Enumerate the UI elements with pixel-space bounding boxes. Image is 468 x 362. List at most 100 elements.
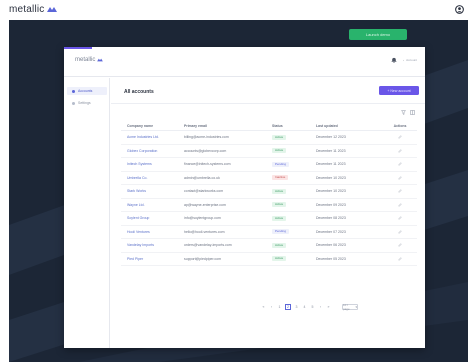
actions-cell: [383, 230, 417, 234]
company-name-link[interactable]: Pied Piper: [121, 257, 184, 261]
company-name-link[interactable]: Soylent Group: [121, 216, 184, 220]
edit-icon[interactable]: [398, 216, 402, 220]
edit-icon[interactable]: [398, 176, 402, 180]
email-cell: ap@wayne-enterprise.com: [184, 202, 226, 207]
table-row[interactable]: Hooli Ventures hello@hooli-ventures.com Pe…: [121, 226, 417, 239]
table-header: Company name Primary email Status Last u…: [121, 122, 417, 131]
edit-icon[interactable]: [398, 162, 402, 166]
status-cell: Pending: [272, 229, 316, 235]
column-header-email[interactable]: Primary email: [184, 124, 272, 128]
table-row[interactable]: Umbrella Co. admin@umbrella.co.uk Inactive…: [121, 172, 417, 185]
edit-icon[interactable]: [398, 243, 402, 247]
actions-cell: [383, 203, 417, 207]
updated-cell: December 07 2023: [316, 229, 346, 234]
company-name-link[interactable]: Wayne Ltd.: [121, 203, 184, 207]
column-header-status[interactable]: Status: [272, 124, 316, 128]
launch-demo-button[interactable]: Launch demo: [349, 29, 407, 40]
new-account-button[interactable]: + New account: [379, 86, 419, 95]
status-cell: Active: [272, 148, 316, 154]
company-name-link[interactable]: Initech Systems: [121, 162, 184, 166]
page-link[interactable]: «: [261, 304, 266, 310]
actions-cell: [383, 149, 417, 153]
account-menu[interactable]: Account: [403, 57, 417, 63]
column-header-updated[interactable]: Last updated: [316, 124, 383, 128]
edit-icon[interactable]: [398, 230, 402, 234]
table-row[interactable]: Stark Works contact@starkworks.com Active D…: [121, 185, 417, 199]
status-cell: Active: [272, 215, 316, 221]
page-size-select[interactable]: 10 / page ▾: [341, 303, 358, 311]
email-cell: admin@umbrella.co.uk: [184, 175, 220, 180]
sidebar-item-settings[interactable]: Settings: [67, 99, 107, 107]
page-size-label: 10 / page: [342, 303, 350, 311]
actions-cell: [383, 135, 417, 139]
status-badge: Active: [272, 242, 287, 248]
actions-cell: [383, 257, 417, 261]
table-row[interactable]: Acme Industries Ltd. billing@acme-industr…: [121, 131, 417, 145]
brand-mark-icon: [46, 7, 57, 12]
company-name-link[interactable]: Stark Works: [121, 189, 184, 193]
status-badge: Active: [272, 148, 287, 154]
sidebar-item-accounts[interactable]: Accounts: [67, 87, 107, 95]
page-link[interactable]: ›: [318, 304, 323, 310]
actions-cell: [383, 176, 417, 180]
filter-icon[interactable]: [401, 110, 406, 115]
updated-cell: December 11 2023: [316, 162, 346, 167]
columns-icon[interactable]: [410, 110, 415, 115]
user-circle-icon[interactable]: [455, 5, 464, 14]
edit-icon[interactable]: [398, 149, 402, 153]
actions-cell: [383, 243, 417, 247]
edit-icon[interactable]: [398, 203, 402, 207]
page-link[interactable]: 1: [277, 304, 282, 310]
table-toolbar: [401, 110, 415, 115]
page-link[interactable]: 5: [310, 304, 315, 310]
top-bar: metallic: [0, 0, 468, 20]
status-cell: Active: [272, 134, 316, 140]
table-row[interactable]: Vandelay Imports orders@vandelay-imports.…: [121, 239, 417, 253]
bell-icon[interactable]: [391, 57, 397, 63]
email-cell: hello@hooli-ventures.com: [184, 229, 225, 234]
table-row[interactable]: Initech Systems finance@initech-systems.c…: [121, 158, 417, 172]
actions-cell: [383, 189, 417, 193]
page-link[interactable]: 4: [302, 304, 307, 310]
status-cell: Active: [272, 202, 316, 208]
edit-icon[interactable]: [398, 189, 402, 193]
page-link[interactable]: 2: [285, 304, 291, 310]
chevron-down-icon: ▾: [355, 305, 357, 309]
updated-cell: December 10 2023: [316, 175, 346, 180]
window-logo-text: metallic: [75, 57, 96, 63]
window-header: metallic Account: [64, 47, 425, 77]
company-name-link[interactable]: Umbrella Co.: [121, 176, 184, 180]
updated-cell: December 11 2023: [316, 148, 346, 153]
sidebar-item-label: Settings: [78, 101, 91, 105]
page-link[interactable]: ‹: [269, 304, 274, 310]
window-logo[interactable]: metallic: [75, 57, 104, 63]
updated-cell: December 10 2023: [316, 189, 346, 194]
status-badge: Pending: [272, 229, 290, 235]
status-badge: Active: [272, 188, 287, 194]
updated-cell: December 09 2023: [316, 202, 346, 207]
edit-icon[interactable]: [398, 257, 402, 261]
page-link[interactable]: »: [326, 304, 331, 310]
table-row[interactable]: Globex Corporation accounts@globexcorp.co…: [121, 145, 417, 158]
updated-cell: December 05 2023: [316, 256, 346, 261]
actions-cell: [383, 162, 417, 166]
updated-cell: December 12 2023: [316, 135, 346, 140]
table-row[interactable]: Wayne Ltd. ap@wayne-enterprise.com Active D…: [121, 199, 417, 212]
header-divider: [111, 103, 425, 104]
status-badge: Active: [272, 256, 287, 262]
page-link[interactable]: 3: [294, 304, 299, 310]
brand-logo[interactable]: metallic: [9, 4, 57, 15]
table-row[interactable]: Soylent Group info@soylentgroup.com Active…: [121, 212, 417, 226]
window-logo-mark-icon: [97, 58, 104, 62]
company-name-link[interactable]: Hooli Ventures: [121, 230, 184, 234]
company-name-link[interactable]: Acme Industries Ltd.: [121, 135, 184, 139]
accounts-table: Company name Primary email Status Last u…: [121, 122, 417, 266]
column-header-company[interactable]: Company name: [121, 124, 184, 128]
company-name-link[interactable]: Globex Corporation: [121, 149, 184, 153]
company-name-link[interactable]: Vandelay Imports: [121, 243, 184, 247]
gear-icon: [403, 59, 405, 61]
accounts-icon: [72, 89, 75, 93]
edit-icon[interactable]: [398, 135, 402, 139]
table-row[interactable]: Pied Piper support@piedpiper.com Active Dec…: [121, 253, 417, 266]
email-cell: info@soylentgroup.com: [184, 216, 221, 221]
